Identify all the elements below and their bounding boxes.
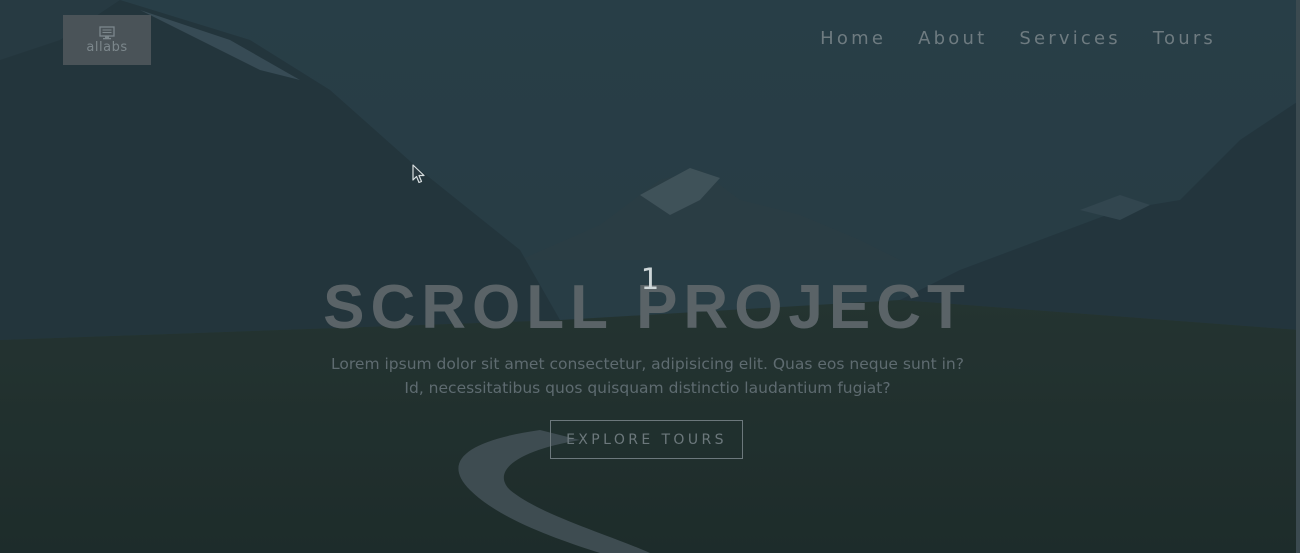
monitor-icon bbox=[99, 25, 115, 39]
nav-link-home[interactable]: Home bbox=[820, 28, 886, 49]
nav-link-services[interactable]: Services bbox=[1019, 28, 1121, 49]
hero-subtitle: Lorem ipsum dolor sit amet consectetur, … bbox=[331, 355, 964, 397]
hero-counter: 1 bbox=[640, 262, 660, 296]
main-nav: Home About Services Tours bbox=[820, 28, 1216, 49]
nav-link-about[interactable]: About bbox=[918, 28, 987, 49]
hero-page: allabs Home About Services Tours SCROLL … bbox=[0, 0, 1300, 553]
mouse-cursor-icon bbox=[412, 164, 425, 184]
nav-link-tours[interactable]: Tours bbox=[1153, 28, 1216, 49]
explore-tours-button[interactable]: EXPLORE TOURS bbox=[550, 420, 743, 459]
site-logo[interactable]: allabs bbox=[63, 15, 151, 65]
logo-text: allabs bbox=[86, 39, 128, 55]
